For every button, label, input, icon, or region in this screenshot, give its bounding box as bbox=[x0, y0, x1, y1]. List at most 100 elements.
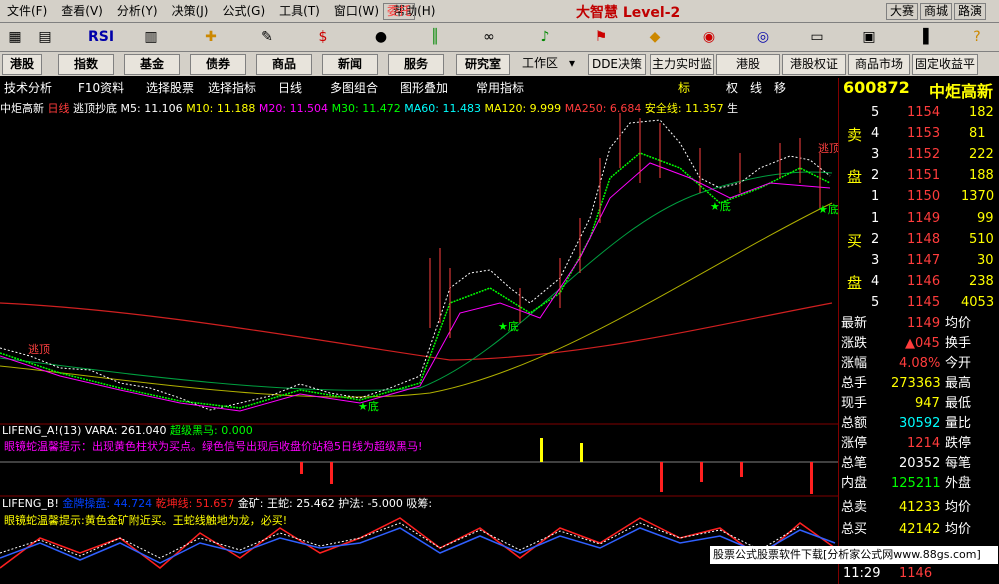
app-logo: 大智慧 Level-2 bbox=[576, 5, 681, 21]
di-label-2: ★底 bbox=[358, 399, 379, 413]
kline-chart[interactable]: 逃顶 逃顶 ★底 ★底 ★底 ★底 LIFENG_A!(13) VARA: 26… bbox=[0, 98, 838, 584]
watermark-banner: 股票公式股票软件下载[分析家公式网www.88gs.com] bbox=[710, 546, 998, 564]
luyan-button[interactable]: 路演 bbox=[954, 3, 987, 20]
plus-icon[interactable]: ✚ bbox=[200, 26, 222, 48]
tab-tech-analysis[interactable]: 技术分析 bbox=[4, 80, 52, 96]
sell-row-4: 4 1153 81 bbox=[871, 126, 986, 141]
tab-select-indicator[interactable]: 选择指标 bbox=[208, 80, 256, 96]
grid-icon[interactable]: ▤ bbox=[34, 26, 56, 48]
sub-toolbar: 技术分析 F10资料 选择股票 选择指标 日线 多图组合 图形叠加 常用指标 标… bbox=[0, 78, 838, 98]
table-icon[interactable]: ▥ bbox=[140, 26, 162, 48]
menu-view[interactable]: 查看(V) bbox=[54, 0, 110, 22]
tick-row: 11:29 1146 bbox=[843, 566, 933, 581]
calendar-icon[interactable]: ▣ bbox=[858, 26, 880, 48]
tool-commodity[interactable]: 商品市场 bbox=[848, 54, 910, 75]
ind2-header: LIFENG_B! 金牌操盘: 44.724 乾坤线: 51.657 金矿: 王… bbox=[2, 496, 432, 510]
di-label-4: ★底 bbox=[818, 202, 838, 216]
stat-row-totalbuy: 总买 42142 均价 bbox=[841, 522, 972, 537]
ind1-header: LIFENG_A!(13) VARA: 261.040 超级黑马: 0.000 bbox=[2, 423, 253, 437]
menu-decision[interactable]: 决策(J) bbox=[165, 0, 216, 22]
books-icon[interactable]: ▐ bbox=[912, 26, 934, 48]
tool-hk-warrant[interactable]: 港股权证 bbox=[782, 54, 846, 75]
sell-row-3: 3 1152 222 bbox=[871, 147, 994, 162]
nav-fund[interactable]: 基金 bbox=[124, 54, 180, 75]
dde-button[interactable]: DDE决策 bbox=[588, 54, 646, 75]
tab-multi-chart[interactable]: 多图组合 bbox=[330, 80, 378, 96]
tool-main-monitor[interactable]: 主力实时监 bbox=[650, 54, 714, 75]
stat-row-pct: 涨幅 4.08% 今开 bbox=[841, 356, 972, 371]
stat-row-curvol: 现手 947 最低 bbox=[841, 396, 972, 411]
ma120-line bbox=[0, 202, 833, 398]
rsi-button[interactable]: RSI bbox=[86, 26, 116, 48]
menu-window[interactable]: 窗口(W) bbox=[327, 0, 386, 22]
stat-row-limitup: 涨停 1214 跌停 bbox=[841, 436, 972, 451]
dollar-icon[interactable]: $ bbox=[312, 26, 334, 48]
nav-service[interactable]: 服务 bbox=[388, 54, 444, 75]
green-dotted-line bbox=[0, 152, 831, 409]
nav-hk[interactable]: 港股 bbox=[2, 54, 42, 75]
nav-bond[interactable]: 债券 bbox=[190, 54, 246, 75]
shangcheng-button[interactable]: 商城 bbox=[920, 3, 953, 20]
sell-row-5: 5 1154 182 bbox=[871, 105, 994, 120]
bars-icon[interactable]: ║ bbox=[424, 26, 446, 48]
tab-f10[interactable]: F10资料 bbox=[78, 80, 124, 96]
nav-index[interactable]: 指数 bbox=[58, 54, 114, 75]
tab-overlay[interactable]: 图形叠加 bbox=[400, 80, 448, 96]
menu-bar: 文件(F) 查看(V) 分析(Y) 决策(J) 公式(G) 工具(T) 窗口(W… bbox=[0, 0, 999, 23]
bell-icon[interactable]: ♪ bbox=[534, 26, 556, 48]
menu-analysis[interactable]: 分析(Y) bbox=[110, 0, 165, 22]
tab-daily[interactable]: 日线 bbox=[278, 80, 302, 96]
menu-formula[interactable]: 公式(G) bbox=[215, 0, 272, 22]
stat-row-amount: 总额 30592 量比 bbox=[841, 416, 972, 431]
yi-button[interactable]: 移 bbox=[774, 80, 786, 96]
ma20-line bbox=[0, 162, 831, 412]
sell-row-2: 2 1151 188 bbox=[871, 168, 994, 183]
dotted-ma-line bbox=[0, 119, 831, 411]
menu-file[interactable]: 文件(F) bbox=[0, 0, 54, 22]
ind2-tip: 眼镜蛇温馨提示:黄色金矿附近买。王蛇线触地为龙，必买! bbox=[4, 513, 287, 527]
quote-panel: 600872 中炬高新 卖 盘 买 盘 5 1154 182 4 1153 81 3 11… bbox=[838, 78, 999, 584]
ma250-line bbox=[0, 302, 833, 361]
dasai-button[interactable]: 大赛 bbox=[886, 3, 919, 20]
doc-icon[interactable]: ▭ bbox=[806, 26, 828, 48]
buy-row-1: 1 1149 99 bbox=[871, 211, 994, 226]
workzone-dropdown-icon[interactable]: ▾ bbox=[566, 54, 578, 73]
stock-name: 中炬高新 bbox=[929, 82, 994, 101]
menu-tools[interactable]: 工具(T) bbox=[272, 0, 327, 22]
buy-row-2: 2 1148 510 bbox=[871, 232, 994, 247]
flag-icon[interactable]: ⚑ bbox=[590, 26, 612, 48]
quan-button[interactable]: 权 bbox=[726, 80, 738, 96]
toolbar: ▦ ▤ RSI ▥ ✚ ✎ $ ● ║ ∞ ♪ ⚑ ◆ ◉ ◎ ▭ ▣ ▐ ? bbox=[0, 23, 999, 52]
nav-commodity[interactable]: 商品 bbox=[256, 54, 312, 75]
xian-button[interactable]: 线 bbox=[750, 80, 762, 96]
stat-row-inner: 内盘 125211 外盘 bbox=[841, 476, 972, 491]
candles-group bbox=[429, 113, 821, 338]
chart-icon[interactable]: ▦ bbox=[4, 26, 26, 48]
tool-fixed-income[interactable]: 固定收益平 bbox=[912, 54, 978, 75]
ma60-line bbox=[0, 171, 833, 391]
nav-news[interactable]: 新闻 bbox=[322, 54, 378, 75]
tool-hk[interactable]: 港股 bbox=[716, 54, 780, 75]
stat-row-volume: 总手 273363 最高 bbox=[841, 376, 972, 391]
help-icon[interactable]: ? bbox=[966, 26, 988, 48]
ruler-icon[interactable]: ✎ bbox=[256, 26, 278, 48]
buy-row-3: 3 1147 30 bbox=[871, 253, 994, 268]
tab-select-stock[interactable]: 选择股票 bbox=[146, 80, 194, 96]
wt-button[interactable]: 委托 bbox=[383, 3, 416, 20]
stat-row-latest: 最新 1149 均价 bbox=[841, 316, 972, 331]
stat-row-totalsell: 总卖 41233 均价 bbox=[841, 500, 972, 515]
circle-icon[interactable]: ◉ bbox=[698, 26, 720, 48]
nav-bar: 港股 指数 基金 债券 商品 新闻 服务 研究室 工作区 ▾ DDE决策 主力实… bbox=[0, 52, 999, 76]
diamond-icon[interactable]: ◆ bbox=[644, 26, 666, 48]
buy-row-5: 5 1145 4053 bbox=[871, 295, 995, 310]
taoding-label-1: 逃顶 bbox=[28, 343, 50, 356]
biao-button[interactable]: 标 bbox=[678, 80, 690, 96]
sell-row-1: 1 1150 1370 bbox=[871, 189, 995, 204]
buy-row-4: 4 1146 238 bbox=[871, 274, 994, 289]
binoculars-icon[interactable]: ∞ bbox=[478, 26, 500, 48]
signal-icon[interactable]: ● bbox=[370, 26, 392, 48]
ring-icon[interactable]: ◎ bbox=[752, 26, 774, 48]
nav-research[interactable]: 研究室 bbox=[456, 54, 510, 75]
tab-common-indicator[interactable]: 常用指标 bbox=[476, 80, 524, 96]
stat-row-change: 涨跌 ▲045 换手 bbox=[841, 336, 972, 351]
